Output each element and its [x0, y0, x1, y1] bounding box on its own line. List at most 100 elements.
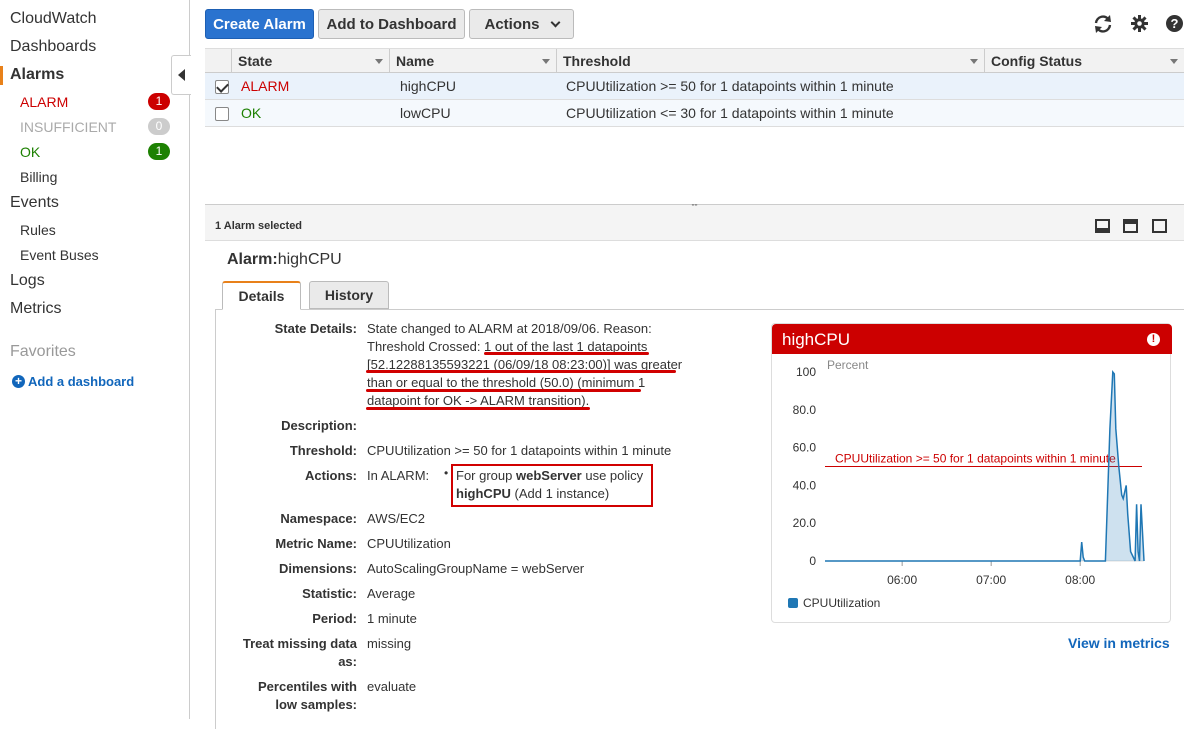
alarm-count-badge: 1 [148, 93, 170, 110]
svg-text:?: ? [1171, 16, 1179, 31]
table-row[interactable]: OK lowCPU CPUUtilization <= 30 for 1 dat… [205, 100, 1184, 127]
sort-caret-icon [375, 59, 383, 64]
nav-alarms[interactable]: Alarms [10, 66, 64, 84]
chart-title: highCPU [782, 330, 851, 349]
state-details-line: State changed to ALARM at 2018/09/06. Re… [367, 321, 652, 336]
pane-splitter[interactable]: '''' [205, 204, 1184, 212]
nav-cloudwatch[interactable]: CloudWatch [10, 10, 97, 28]
dimensions-label: Dimensions: [278, 561, 357, 576]
pane-bottom-icon[interactable] [1095, 219, 1110, 233]
column-header-config-status[interactable]: Config Status [984, 49, 1184, 73]
threshold-label: CPUUtilization >= 50 for 1 datapoints wi… [835, 452, 1116, 466]
chart-card: highCPU ! Percent 100 80.0 60.0 40.0 20.0 0 06:… [771, 323, 1172, 623]
tab-history[interactable]: History [309, 281, 389, 309]
chart-header: highCPU ! [772, 324, 1172, 354]
y-tick-label: 60.0 [793, 441, 817, 455]
selection-count: 1 Alarm selected [215, 220, 303, 232]
collapse-sidebar-button[interactable] [171, 55, 191, 95]
treat-missing-value: missing [367, 636, 412, 651]
nav-alarm-state-alarm[interactable]: ALARM [20, 94, 68, 110]
help-icon[interactable]: ? [1166, 15, 1183, 32]
x-tick-label: 06:00 [887, 573, 917, 587]
y-tick-label: 100 [796, 365, 816, 379]
x-tick-label: 08:00 [1065, 573, 1095, 587]
column-header-state[interactable]: State [231, 49, 389, 73]
nav-billing[interactable]: Billing [20, 169, 57, 185]
caret-left-icon [178, 69, 185, 81]
metric-name-label: Metric Name: [275, 536, 357, 551]
annotation-underline [366, 370, 676, 373]
table-header: State Name Threshold Config Status [205, 48, 1184, 73]
pane-split-icon[interactable] [1123, 219, 1138, 233]
nav-logs[interactable]: Logs [10, 272, 45, 290]
row-checkbox[interactable] [215, 80, 229, 94]
nav-alarm-state-ok[interactable]: OK [20, 144, 40, 160]
insufficient-count-badge: 0 [148, 118, 170, 135]
y-axis-label: Percent [827, 358, 869, 372]
alarm-title: Alarm:highCPU [227, 251, 342, 269]
state-details-label: State Details: [274, 321, 357, 336]
nav-event-buses[interactable]: Event Buses [20, 247, 99, 263]
namespace-label: Namespace: [280, 511, 357, 526]
gear-icon[interactable] [1131, 15, 1148, 32]
legend-label: CPUUtilization [803, 596, 880, 610]
row-name: lowCPU [400, 105, 451, 121]
namespace-value: AWS/EC2 [367, 511, 426, 526]
add-to-dashboard-button[interactable]: Add to Dashboard [318, 9, 465, 39]
refresh-icon[interactable] [1092, 14, 1114, 34]
x-tick-label: 07:00 [976, 573, 1006, 587]
column-header-threshold[interactable]: Threshold [556, 49, 984, 73]
nav-alarm-state-insufficient[interactable]: INSUFFICIENT [20, 119, 116, 135]
sort-caret-icon [1170, 59, 1178, 64]
column-header-label: Config Status [991, 53, 1082, 69]
sort-caret-icon [542, 59, 550, 64]
row-checkbox[interactable] [215, 107, 229, 121]
alarm-table: State Name Threshold Config Status ALARM… [205, 48, 1184, 127]
actions-dropdown-button[interactable]: Actions [469, 9, 574, 39]
chevron-down-icon [550, 17, 560, 27]
period-value: 1 minute [367, 611, 417, 626]
selection-bar: 1 Alarm selected [205, 211, 1184, 241]
row-name: highCPU [400, 78, 457, 94]
treat-missing-label: as: [338, 654, 357, 669]
add-dashboard-label: Add a dashboard [28, 374, 135, 389]
column-header-label: Name [396, 53, 435, 69]
add-dashboard-link[interactable]: + Add a dashboard [12, 374, 134, 389]
column-header-name[interactable]: Name [389, 49, 556, 73]
chart-plot: Percent 100 80.0 60.0 40.0 20.0 0 06:00 07:00 08:… [788, 358, 1145, 610]
row-threshold: CPUUtilization >= 50 for 1 datapoints wi… [566, 78, 894, 94]
tab-details[interactable]: Details [222, 281, 301, 310]
actions-label: Actions [484, 15, 540, 33]
description-label: Description: [281, 418, 357, 433]
threshold-label: Threshold: [289, 443, 357, 458]
row-state: ALARM [241, 78, 290, 94]
active-indicator [0, 66, 3, 85]
view-in-metrics-link[interactable]: View in metrics [1068, 635, 1170, 651]
table-row[interactable]: ALARM highCPU CPUUtilization >= 50 for 1… [205, 73, 1184, 100]
threshold-value: CPUUtilization >= 50 for 1 datapoints wi… [367, 443, 672, 458]
create-alarm-button[interactable]: Create Alarm [205, 9, 314, 39]
statistic-value: Average [367, 586, 416, 601]
annotation-underline [366, 389, 641, 392]
alarm-title-value: highCPU [277, 251, 342, 268]
column-header-label: Threshold [563, 53, 631, 69]
actions-state: In ALARM: [367, 468, 430, 483]
nav-metrics[interactable]: Metrics [10, 300, 62, 318]
y-tick-label: 0 [809, 554, 816, 568]
actions-label: Actions: [305, 468, 357, 483]
pane-full-icon[interactable] [1152, 219, 1167, 233]
row-state: OK [241, 105, 262, 121]
state-details-line: datapoint for OK -> ALARM transition). [367, 393, 590, 408]
favorites-heading: Favorites [10, 343, 76, 360]
ok-count-badge: 1 [148, 143, 170, 160]
row-threshold: CPUUtilization <= 30 for 1 datapoints wi… [566, 105, 894, 121]
metric-name-value: CPUUtilization [367, 536, 451, 551]
percentiles-value: evaluate [367, 679, 417, 694]
nav-dashboards[interactable]: Dashboards [10, 38, 96, 56]
nav-events[interactable]: Events [10, 194, 59, 212]
nav-rules[interactable]: Rules [20, 222, 56, 238]
alert-icon: ! [1147, 333, 1160, 346]
statistic-label: Statistic: [302, 586, 357, 601]
dimensions-value: AutoScalingGroupName = webServer [367, 561, 585, 576]
column-header-label: State [238, 53, 273, 69]
